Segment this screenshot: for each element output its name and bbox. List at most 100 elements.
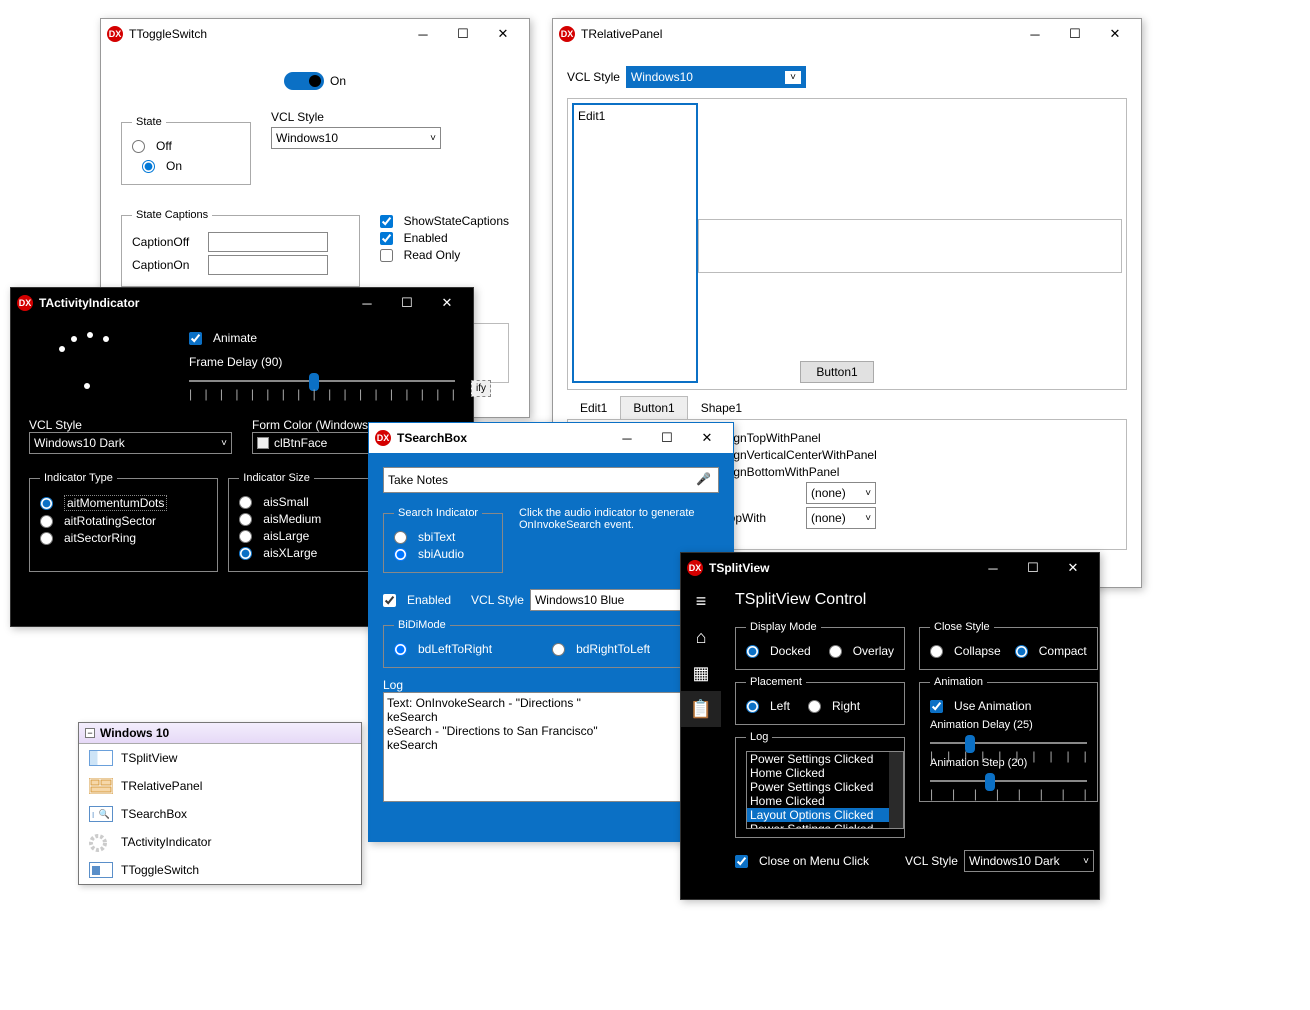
aligntopwith-select[interactable]: (none)˅ xyxy=(806,507,876,529)
activity-icon xyxy=(89,834,113,850)
button1[interactable]: Button1 xyxy=(800,361,874,383)
window-title: TSplitView xyxy=(709,561,973,575)
window-title: TToggleSwitch xyxy=(129,27,403,41)
vcl-select[interactable]: Windows10˅ xyxy=(271,127,441,149)
vcl-label: VCL Style xyxy=(271,110,324,124)
close-button[interactable]: ✕ xyxy=(483,21,523,47)
anim-delay-slider[interactable]: |||||||||| xyxy=(930,731,1087,755)
frame-delay-label: Frame Delay (90) xyxy=(189,355,455,369)
palette-item-splitview[interactable]: TSplitView xyxy=(79,744,361,772)
compact-radio[interactable] xyxy=(1015,645,1028,658)
minimize-button[interactable]: ─ xyxy=(973,555,1013,581)
sbi-audio-radio[interactable] xyxy=(394,548,407,561)
bidi-ltr-radio[interactable] xyxy=(394,643,407,656)
split-log[interactable]: Power Settings Clicked Home Clicked Powe… xyxy=(746,751,904,829)
enabled-check[interactable] xyxy=(380,232,393,245)
toggle-switch[interactable] xyxy=(284,72,324,90)
type-momentum-radio[interactable] xyxy=(40,497,53,510)
tabbar: Edit1 Button1 Shape1 xyxy=(567,396,1127,420)
titlebar-relative: DX TRelativePanel ─ ☐ ✕ xyxy=(553,19,1141,49)
use-anim-check[interactable] xyxy=(930,700,943,713)
hamburger-icon[interactable]: ≡ xyxy=(681,583,721,619)
search-input[interactable] xyxy=(383,467,719,493)
relativepanel-icon xyxy=(89,778,113,794)
titlebar-activity: DX TActivityIndicator ─ ☐ ✕ xyxy=(11,288,473,318)
show-captions-check[interactable] xyxy=(380,215,393,228)
tab-button1[interactable]: Button1 xyxy=(620,396,687,419)
layout-icon[interactable]: ▦ xyxy=(681,655,721,691)
close-button[interactable]: ✕ xyxy=(427,290,467,316)
close-button[interactable]: ✕ xyxy=(687,425,727,451)
size-large-radio[interactable] xyxy=(239,530,252,543)
close-button[interactable]: ✕ xyxy=(1053,555,1093,581)
size-xlarge-radio[interactable] xyxy=(239,547,252,560)
size-small-radio[interactable] xyxy=(239,496,252,509)
mic-icon[interactable]: 🎤 xyxy=(696,472,711,486)
split-header: TSplitView Control xyxy=(735,591,1098,609)
size-medium-radio[interactable] xyxy=(239,513,252,526)
home-icon[interactable]: ⌂ xyxy=(681,619,721,655)
app-icon: DX xyxy=(107,26,123,42)
tab-shape1[interactable]: Shape1 xyxy=(688,396,755,419)
anim-step-slider[interactable]: |||||||| xyxy=(930,769,1087,793)
collapse-icon[interactable]: − xyxy=(85,728,95,738)
palette-item-toggle[interactable]: TToggleSwitch xyxy=(79,856,361,884)
type-rotating-radio[interactable] xyxy=(40,515,53,528)
clipboard-icon[interactable]: 📋 xyxy=(681,691,721,727)
caption-off-input[interactable] xyxy=(208,232,328,252)
palette-item-relativepanel[interactable]: TRelativePanel xyxy=(79,772,361,800)
maximize-button[interactable]: ☐ xyxy=(1013,555,1053,581)
close-menu-check[interactable] xyxy=(735,855,748,868)
log-scrollbar[interactable] xyxy=(889,752,903,828)
titlebar-toggle: DX TToggleSwitch ─ ☐ ✕ xyxy=(101,19,529,49)
vcl-select[interactable]: Windows10 Dark˅ xyxy=(964,850,1094,872)
toggle-icon xyxy=(89,862,113,878)
state-legend: State xyxy=(132,116,166,128)
maximize-button[interactable]: ☐ xyxy=(387,290,427,316)
app-icon: DX xyxy=(17,295,33,311)
log-list[interactable]: Text: OnInvokeSearch - "Directions " keS… xyxy=(383,692,719,802)
activity-dots xyxy=(29,328,149,398)
splitview-icon xyxy=(89,750,113,766)
minimize-button[interactable]: ─ xyxy=(1015,21,1055,47)
vcl-style-select[interactable]: Windows10˅ xyxy=(626,66,806,88)
left-radio[interactable] xyxy=(746,700,759,713)
type-sector-radio[interactable] xyxy=(40,532,53,545)
caption-on-input[interactable] xyxy=(208,255,328,275)
sbi-text-radio[interactable] xyxy=(394,531,407,544)
window-title: TRelativePanel xyxy=(581,27,1015,41)
palette-item-searchbox[interactable]: I🔍TSearchBox xyxy=(79,800,361,828)
vcl-select[interactable]: Windows10 Dark˅ xyxy=(29,432,232,454)
right-radio[interactable] xyxy=(808,700,821,713)
close-button[interactable]: ✕ xyxy=(1095,21,1135,47)
log-label: Log xyxy=(383,678,719,692)
above-select[interactable]: (none)˅ xyxy=(806,482,876,504)
maximize-button[interactable]: ☐ xyxy=(1055,21,1095,47)
enabled-check[interactable] xyxy=(383,594,396,607)
frame-delay-slider[interactable]: |||||||||||||||||| xyxy=(189,369,455,393)
state-off-radio[interactable] xyxy=(132,140,145,153)
overlay-radio[interactable] xyxy=(829,645,842,658)
animate-check[interactable] xyxy=(189,332,202,345)
tab-edit1[interactable]: Edit1 xyxy=(567,396,620,419)
collapse-radio[interactable] xyxy=(930,645,943,658)
docked-radio[interactable] xyxy=(746,645,759,658)
toggle-label: On xyxy=(330,74,346,88)
vcl-label: VCL Style xyxy=(29,418,232,432)
tooltip-ify: ify xyxy=(471,380,491,397)
shape1-panel xyxy=(698,219,1122,273)
readonly-check[interactable] xyxy=(380,249,393,262)
vcl-style-label: VCL Style xyxy=(567,70,620,84)
window-title: TSearchBox xyxy=(397,431,607,445)
minimize-button[interactable]: ─ xyxy=(347,290,387,316)
palette-item-activity[interactable]: TActivityIndicator xyxy=(79,828,361,856)
maximize-button[interactable]: ☐ xyxy=(443,21,483,47)
palette-header[interactable]: − Windows 10 xyxy=(79,723,361,744)
state-on-radio[interactable] xyxy=(142,160,155,173)
edit1-panel[interactable]: Edit1 xyxy=(572,103,698,383)
minimize-button[interactable]: ─ xyxy=(403,21,443,47)
maximize-button[interactable]: ☐ xyxy=(647,425,687,451)
app-icon: DX xyxy=(559,26,575,42)
bidi-rtl-radio[interactable] xyxy=(552,643,565,656)
minimize-button[interactable]: ─ xyxy=(607,425,647,451)
